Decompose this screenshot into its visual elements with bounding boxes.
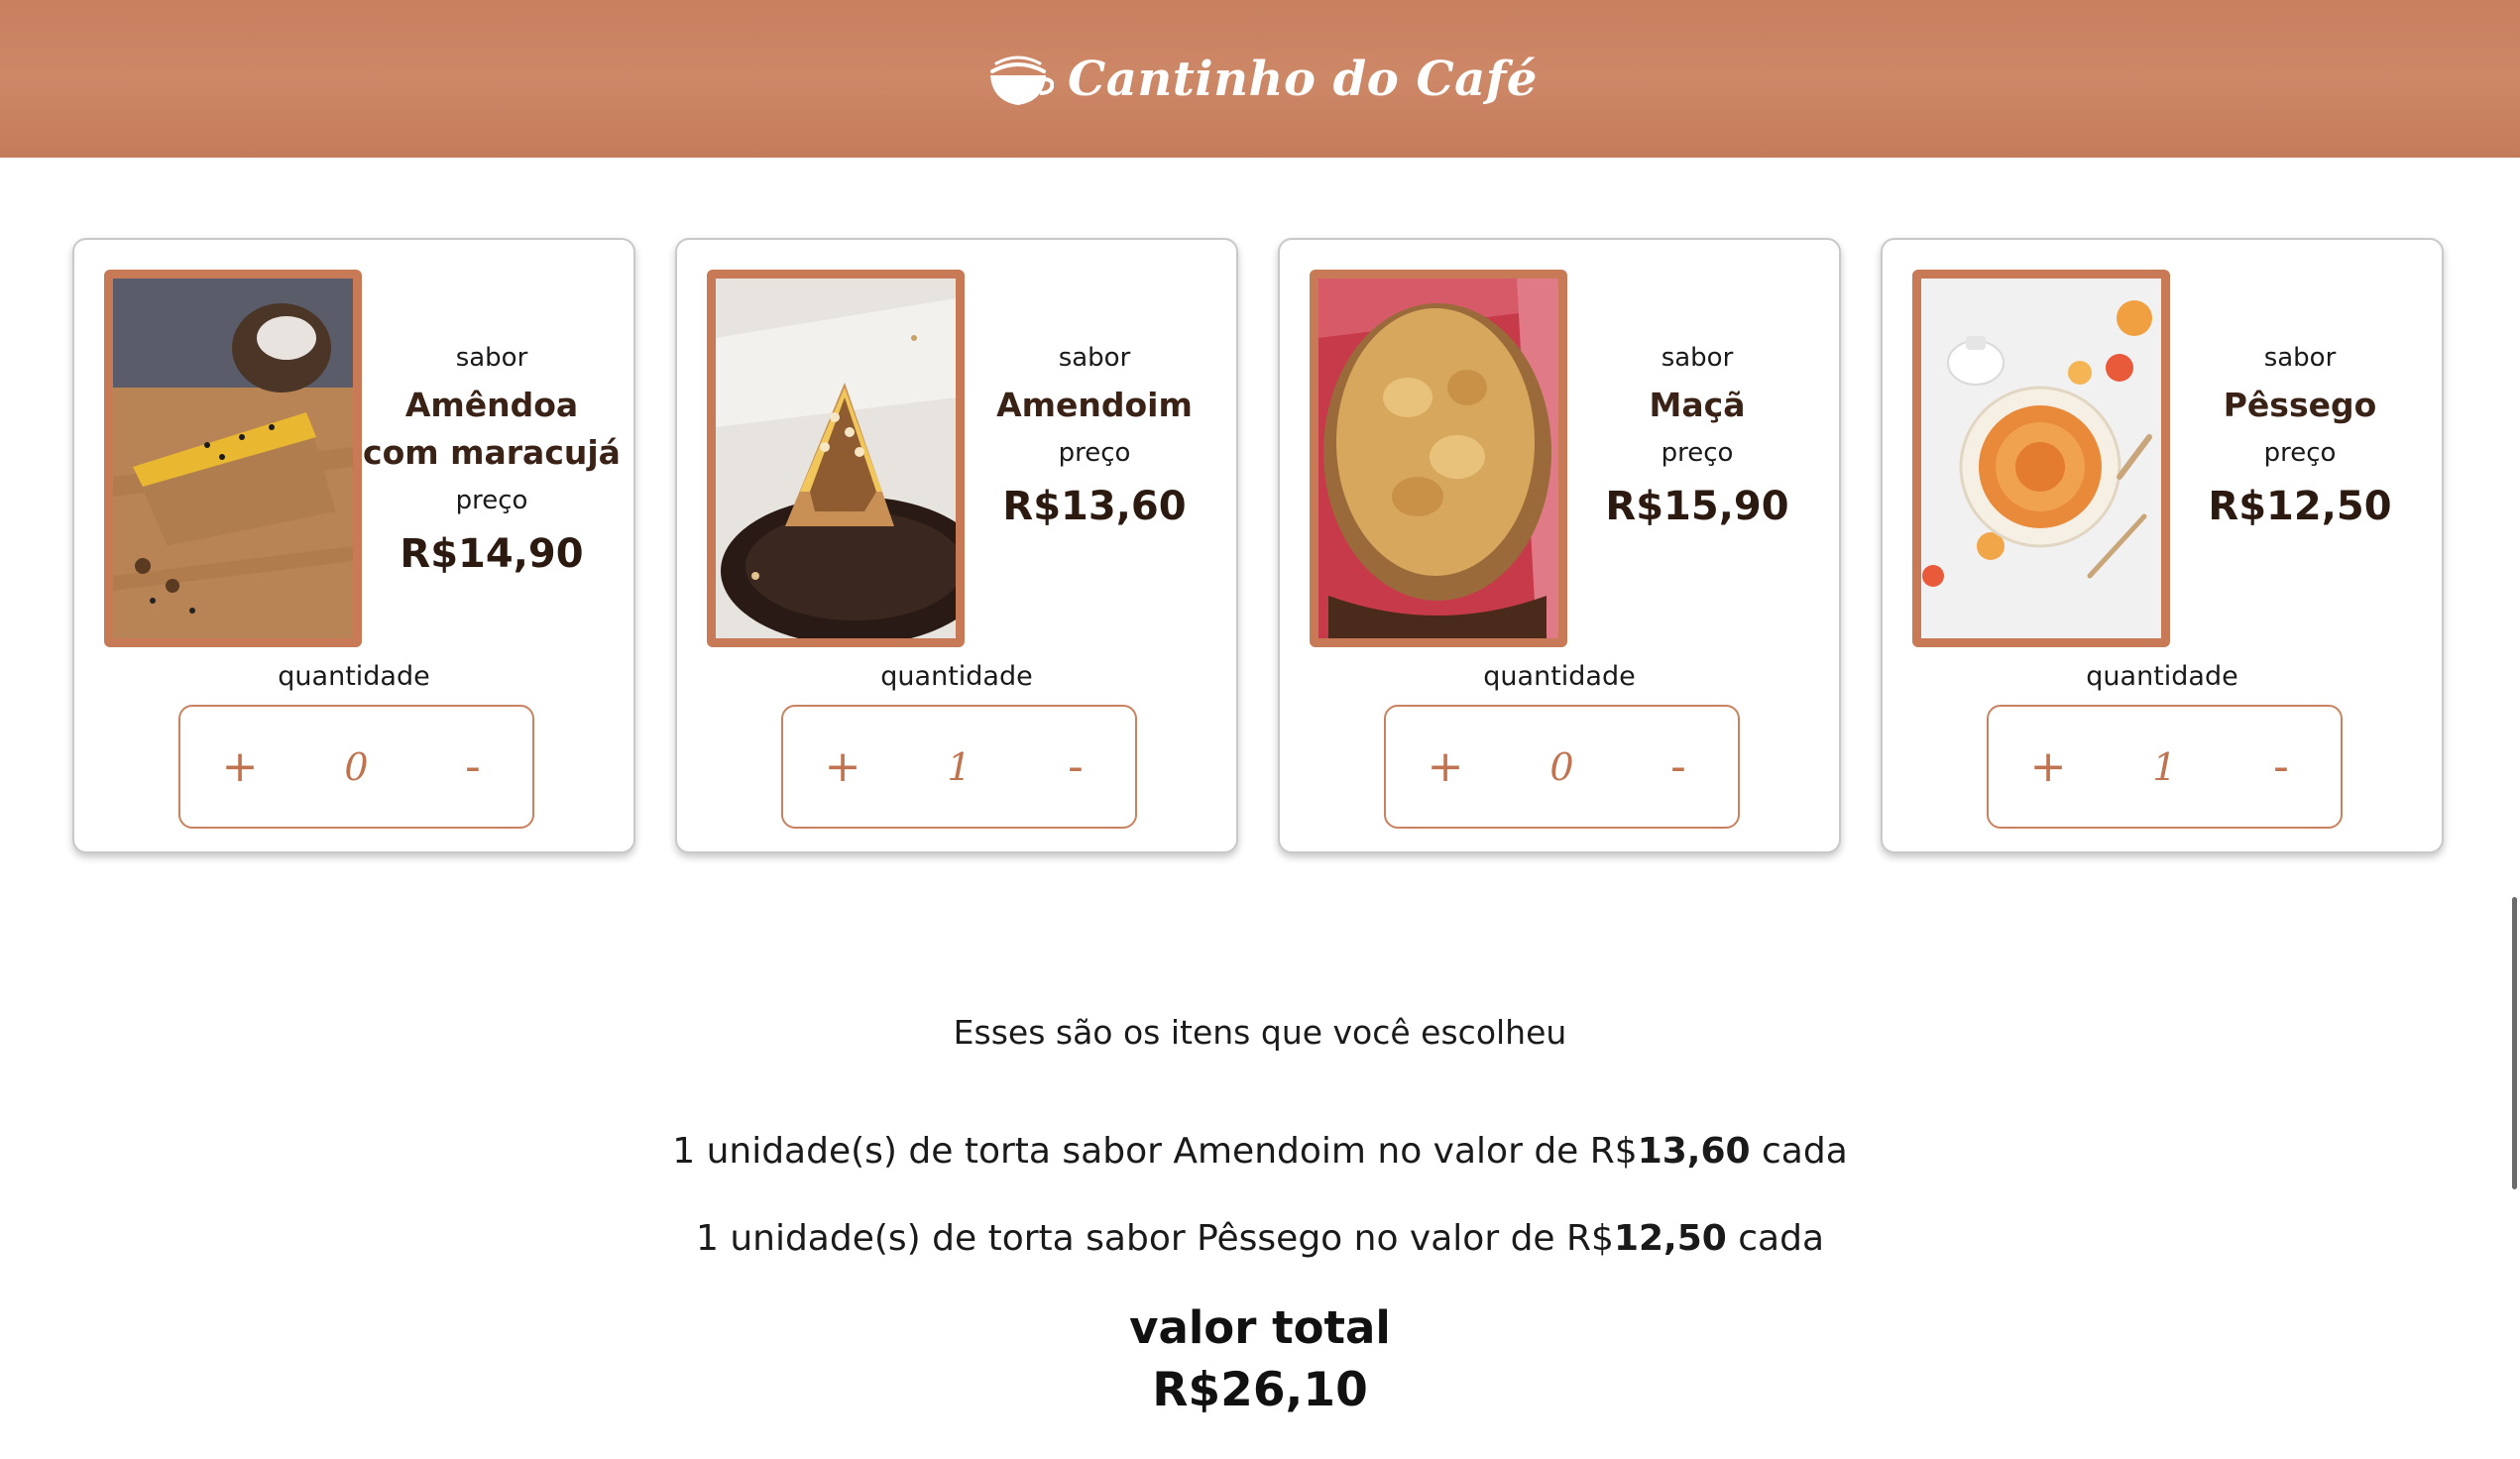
- product-info: sabor Amendoim preço R$13,60: [965, 334, 1224, 536]
- quantity-value: 1: [2152, 744, 2177, 789]
- price-value: R$14,90: [400, 531, 584, 577]
- quantity-stepper: + 0 -: [178, 705, 534, 829]
- quantity-label: quantidade: [278, 661, 430, 692]
- decrease-button[interactable]: -: [451, 741, 495, 792]
- flavor-name: Amendoim: [996, 386, 1193, 424]
- price-label: preço: [455, 486, 528, 515]
- price-value: R$12,50: [2208, 484, 2392, 529]
- price-label: preço: [2263, 438, 2337, 468]
- quantity-label: quantidade: [880, 661, 1033, 692]
- summary-heading: Esses são os itens que você escolheu: [953, 1013, 1567, 1052]
- quantity-label: quantidade: [1483, 661, 1636, 692]
- product-card: sabor Amêndoa com maracujá preço R$14,90…: [72, 238, 635, 853]
- price-value: R$13,60: [1002, 484, 1187, 529]
- flavor-name: Maçã: [1649, 386, 1746, 424]
- coffee-cup-icon: [990, 56, 1055, 105]
- flavor-label: sabor: [1661, 343, 1734, 373]
- order-line-item: 1 unidade(s) de torta sabor Pêssego no v…: [0, 1210, 2520, 1268]
- flavor-name: Pêssego: [2223, 386, 2377, 424]
- product-card: sabor Pêssego preço R$12,50 quantidade +…: [1881, 238, 2444, 853]
- quantity-value: 0: [1549, 744, 1574, 789]
- order-line-item: 1 unidade(s) de torta sabor Amendoim no …: [0, 1123, 2520, 1180]
- order-summary: Esses são os itens que você escolheu 1 u…: [0, 1006, 2520, 1422]
- product-info: sabor Amêndoa com maracujá preço R$14,90: [362, 334, 622, 584]
- decrease-button[interactable]: -: [1657, 741, 1700, 792]
- flavor-label: sabor: [455, 343, 528, 373]
- brand-title: Cantinho do Café: [1068, 51, 1538, 107]
- quantity-stepper: + 1 -: [781, 705, 1137, 829]
- price-label: preço: [1058, 438, 1131, 468]
- quantity-value: 0: [344, 744, 369, 789]
- product-image: [1912, 270, 2170, 647]
- product-image: [104, 270, 362, 647]
- product-list: sabor Amêndoa com maracujá preço R$14,90…: [72, 238, 2450, 857]
- order-line-price: 13,60: [1637, 1131, 1751, 1172]
- flavor-label: sabor: [1058, 343, 1131, 373]
- product-image: [707, 270, 965, 647]
- total-label: valor total: [1129, 1301, 1391, 1354]
- product-info: sabor Pêssego preço R$12,50: [2170, 334, 2430, 536]
- quantity-stepper: + 1 -: [1987, 705, 2343, 829]
- increase-button[interactable]: +: [1424, 741, 1467, 792]
- flavor-name: Amêndoa com maracujá: [363, 386, 621, 472]
- peach-tart-photo: [1921, 279, 2161, 638]
- increase-button[interactable]: +: [821, 741, 864, 792]
- price-value: R$15,90: [1605, 484, 1789, 529]
- peanut-pie-slice-photo: [716, 279, 956, 638]
- order-line-text: 1 unidade(s) de torta sabor Amendoim no …: [672, 1131, 1638, 1172]
- total-value: R$26,10: [1152, 1363, 1368, 1417]
- increase-button[interactable]: +: [2026, 741, 2070, 792]
- flavor-label: sabor: [2263, 343, 2337, 373]
- apple-pie-photo: [1318, 279, 1558, 638]
- page-scrollbar[interactable]: [2512, 897, 2517, 1189]
- decrease-button[interactable]: -: [1054, 741, 1097, 792]
- site-header: Cantinho do Café: [0, 0, 2520, 158]
- almond-passionfruit-pie-photo: [113, 279, 353, 638]
- brand[interactable]: Cantinho do Café: [982, 50, 1538, 109]
- price-label: preço: [1661, 438, 1734, 468]
- order-line-price: 12,50: [1613, 1218, 1727, 1259]
- increase-button[interactable]: +: [218, 741, 262, 792]
- quantity-label: quantidade: [2086, 661, 2238, 692]
- product-card: sabor Amendoim preço R$13,60 quantidade …: [675, 238, 1238, 853]
- product-image: [1310, 270, 1567, 647]
- order-line-suffix: cada: [1750, 1131, 1848, 1172]
- decrease-button[interactable]: -: [2259, 741, 2303, 792]
- order-line-suffix: cada: [1726, 1218, 1825, 1259]
- quantity-stepper: + 0 -: [1384, 705, 1740, 829]
- product-card: sabor Maçã preço R$15,90 quantidade + 0 …: [1278, 238, 1841, 853]
- quantity-value: 1: [947, 744, 972, 789]
- order-line-text: 1 unidade(s) de torta sabor Pêssego no v…: [695, 1218, 1614, 1259]
- product-info: sabor Maçã preço R$15,90: [1567, 334, 1827, 536]
